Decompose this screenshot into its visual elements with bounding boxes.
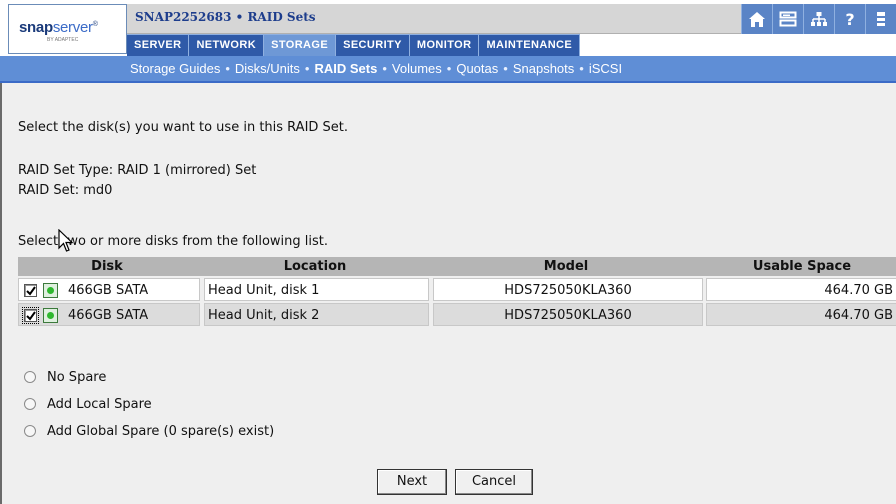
disk-status-led-icon — [43, 283, 58, 298]
disk-status-led-icon — [43, 308, 58, 323]
usable-space-cell: 464.70 GB — [706, 278, 896, 301]
more-icon[interactable] — [865, 4, 896, 34]
subnav-quotas[interactable]: Quotas — [456, 61, 498, 76]
subnav-separator: • — [446, 61, 452, 76]
instruction-text: Select the disk(s) you want to use in th… — [18, 120, 349, 135]
mouse-cursor-icon — [58, 229, 74, 252]
model-cell: HDS725050KLA360 — [433, 303, 703, 326]
global-spare-option[interactable]: Add Global Spare (0 spare(s) exist) — [24, 422, 274, 440]
no-spare-radio[interactable] — [24, 371, 36, 383]
logo-text: snapserver® — [19, 19, 98, 36]
sub-nav: Storage Guides • Disks/Units • RAID Sets… — [0, 56, 896, 83]
no-spare-label: No Spare — [47, 369, 107, 385]
table-header: Disk Location Model Usable Space — [18, 257, 896, 276]
location-cell: Head Unit, disk 1 — [204, 278, 429, 301]
page-title: SNAP2252683 • RAID Sets — [135, 10, 316, 24]
subnav-separator: • — [503, 61, 508, 76]
raid-type-text: RAID Set Type: RAID 1 (mirrored) Set — [18, 163, 257, 178]
disk-checkbox[interactable] — [24, 284, 37, 297]
subnav-iscsi[interactable]: iSCSI — [589, 61, 622, 76]
subnav-snapshots[interactable]: Snapshots — [513, 61, 574, 76]
content-panel: Select the disk(s) you want to use in th… — [0, 83, 896, 504]
tab-maintenance[interactable]: MAINTENANCE — [479, 35, 581, 56]
snapserver-logo[interactable]: snapserver® BY ADAPTEC — [8, 4, 127, 54]
table-row: 466GB SATA Head Unit, disk 1 HDS725050KL… — [18, 277, 896, 302]
home-icon[interactable] — [741, 4, 772, 34]
global-spare-radio[interactable] — [24, 425, 36, 437]
tab-storage[interactable]: STORAGE — [264, 35, 337, 56]
local-spare-option[interactable]: Add Local Spare — [24, 395, 152, 413]
subnav-storage-guides[interactable]: Storage Guides — [130, 61, 220, 76]
help-icon[interactable]: ? — [834, 4, 865, 34]
help-glyph: ? — [845, 9, 855, 29]
tab-monitor[interactable]: MONITOR — [410, 35, 480, 56]
subnav-separator: • — [382, 61, 387, 76]
main-nav: SERVER NETWORK STORAGE SECURITY MONITOR … — [127, 34, 581, 56]
local-spare-radio[interactable] — [24, 398, 36, 410]
subnav-separator: • — [225, 61, 230, 76]
server-icon[interactable] — [772, 4, 803, 34]
top-icon-bar: ? — [741, 4, 896, 34]
header: snapserver® BY ADAPTEC SNAP2252683 • RAI… — [0, 0, 896, 56]
disk-name: 466GB SATA — [68, 308, 149, 323]
subnav-raid-sets[interactable]: RAID Sets — [314, 61, 377, 76]
column-header-usable-space: Usable Space — [752, 259, 852, 274]
table-row: 466GB SATA Head Unit, disk 2 HDS725050KL… — [18, 302, 896, 327]
next-button[interactable]: Next — [377, 469, 447, 495]
model-cell: HDS725050KLA360 — [433, 278, 703, 301]
column-header-model: Model — [543, 259, 589, 274]
logo-subtext: BY ADAPTEC — [47, 37, 79, 43]
sub-nav-items: Storage Guides • Disks/Units • RAID Sets… — [130, 61, 622, 76]
tab-security[interactable]: SECURITY — [336, 35, 410, 56]
tab-network[interactable]: NETWORK — [189, 35, 265, 56]
global-spare-label: Add Global Spare (0 spare(s) exist) — [47, 423, 275, 439]
subnav-separator: • — [579, 61, 584, 76]
location-cell: Head Unit, disk 2 — [204, 303, 429, 326]
disk-cell: 466GB SATA — [18, 278, 200, 301]
usable-space-cell: 464.70 GB — [706, 303, 896, 326]
disk-name: 466GB SATA — [68, 283, 149, 298]
cancel-button[interactable]: Cancel — [455, 469, 533, 495]
subnav-disks-units[interactable]: Disks/Units — [235, 61, 300, 76]
disk-checkbox[interactable] — [22, 307, 39, 324]
tab-server[interactable]: SERVER — [127, 35, 190, 56]
disk-cell: 466GB SATA — [18, 303, 200, 326]
column-header-disk: Disk — [91, 259, 123, 274]
no-spare-option[interactable]: No Spare — [24, 368, 106, 386]
subnav-separator: • — [304, 61, 310, 76]
column-header-location: Location — [283, 259, 347, 274]
subnav-volumes[interactable]: Volumes — [392, 61, 442, 76]
network-tree-icon[interactable] — [803, 4, 834, 34]
raid-set-text: RAID Set: md0 — [18, 183, 113, 198]
local-spare-label: Add Local Spare — [47, 396, 152, 412]
